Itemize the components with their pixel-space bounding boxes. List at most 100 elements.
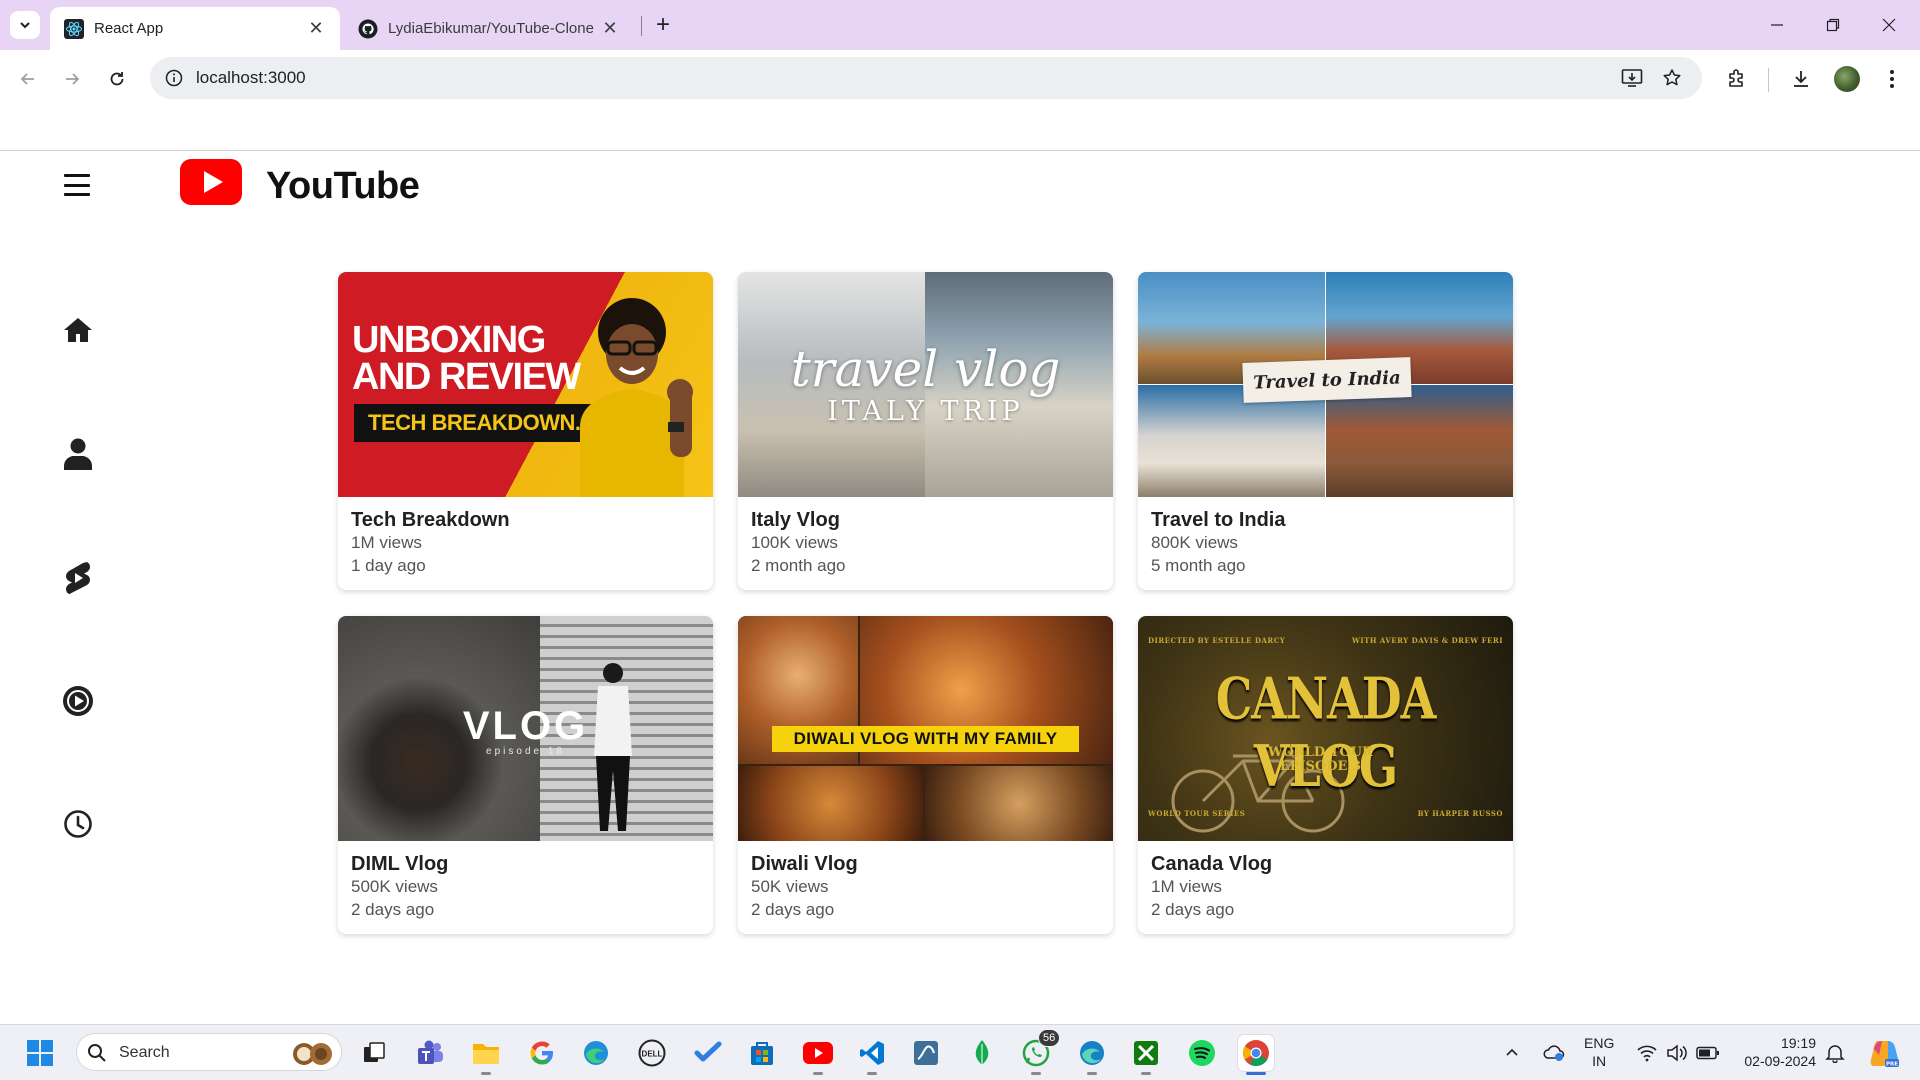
- language-indicator[interactable]: ENG IN: [1584, 1034, 1614, 1070]
- video-thumbnail[interactable]: travel vlog ITALY TRIP: [738, 272, 1113, 497]
- sidebar-item-home[interactable]: [60, 312, 96, 348]
- thumbnail-subtext: episode 18: [486, 746, 565, 757]
- youtube-logo-icon[interactable]: [180, 159, 242, 205]
- xbox-icon: [1134, 1041, 1158, 1065]
- video-title[interactable]: Tech Breakdown: [351, 509, 510, 532]
- teams-icon: [418, 1040, 443, 1064]
- video-thumbnail[interactable]: DIRECTED BY ESTELLE DARCY WITH AVERY DAV…: [1138, 616, 1513, 841]
- taskbar-edge-beta[interactable]: [1074, 1035, 1110, 1075]
- new-tab-button[interactable]: +: [650, 11, 676, 38]
- taskbar-teams[interactable]: [412, 1035, 448, 1071]
- video-views: 500K views: [351, 877, 438, 896]
- search-highlight-icon: [293, 1043, 332, 1065]
- taskbar-store[interactable]: [744, 1035, 780, 1071]
- download-icon[interactable]: [1786, 64, 1816, 94]
- back-button[interactable]: [13, 64, 43, 94]
- thumbnail-text: DIWALI VLOG WITH MY FAMILY: [772, 726, 1079, 752]
- video-thumbnail[interactable]: VLOG episode 18: [338, 616, 713, 841]
- video-thumbnail[interactable]: DIWALI VLOG WITH MY FAMILY: [738, 616, 1113, 841]
- reload-button[interactable]: [102, 64, 132, 94]
- chrome-icon: [1243, 1040, 1269, 1066]
- close-window-button[interactable]: [1864, 8, 1914, 42]
- thumbnail-credit: BY HARPER RUSSO: [1417, 809, 1503, 818]
- address-bar[interactable]: localhost:3000: [150, 57, 1702, 99]
- folder-icon: [473, 1044, 499, 1064]
- profile-avatar[interactable]: [1834, 66, 1860, 92]
- taskbar-edge[interactable]: [578, 1035, 614, 1071]
- system-clock[interactable]: 19:19 02-09-2024: [1730, 1034, 1816, 1070]
- video-card[interactable]: travel vlog ITALY TRIP Italy Vlog 100K v…: [738, 272, 1113, 590]
- close-icon[interactable]: ✕: [600, 18, 620, 39]
- extensions-icon[interactable]: [1722, 64, 1752, 94]
- url-text[interactable]: localhost:3000: [196, 68, 306, 88]
- video-title[interactable]: Travel to India: [1151, 509, 1285, 532]
- edge-icon: [584, 1041, 608, 1065]
- close-icon[interactable]: ✕: [306, 18, 326, 39]
- tab-search-button[interactable]: [10, 11, 40, 39]
- video-thumbnail[interactable]: UNBOXING AND REVIEW TECH BREAKDOWN.: [338, 272, 713, 497]
- video-title[interactable]: DIML Vlog: [351, 853, 448, 876]
- tray-overflow[interactable]: [1500, 1025, 1524, 1080]
- sidebar-item-shorts[interactable]: [60, 560, 96, 596]
- taskbar-sql-workbench[interactable]: [908, 1035, 944, 1071]
- app-header: YouTube: [0, 151, 1920, 231]
- taskbar-task-view[interactable]: [356, 1035, 392, 1071]
- thumbnail-credit: WORLD TOUR SERIES: [1148, 809, 1246, 818]
- thumbnail-subtext: WORLD TOUR EPISODE 3: [1268, 745, 1373, 774]
- close-icon: [1882, 18, 1896, 32]
- video-card[interactable]: DIRECTED BY ESTELLE DARCY WITH AVERY DAV…: [1138, 616, 1513, 934]
- taskbar-dell[interactable]: DELL: [634, 1035, 670, 1071]
- forward-button[interactable]: [57, 64, 87, 94]
- video-title[interactable]: Italy Vlog: [751, 509, 840, 532]
- bookmark-star-icon[interactable]: [1660, 66, 1684, 90]
- taskbar-youtube[interactable]: [800, 1035, 836, 1075]
- tray-onedrive[interactable]: [1540, 1025, 1568, 1080]
- person-graphic: [580, 298, 693, 497]
- sidebar-item-subscriptions[interactable]: [60, 683, 96, 719]
- video-card[interactable]: DIWALI VLOG WITH MY FAMILY Diwali Vlog 5…: [738, 616, 1113, 934]
- video-date: 2 days ago: [1151, 900, 1235, 919]
- tray-wifi[interactable]: [1634, 1025, 1660, 1080]
- sidebar-item-history[interactable]: [60, 806, 96, 842]
- tab-label: LydiaEbikumar/YouTube-Clone: [388, 20, 594, 37]
- tab-github[interactable]: LydiaEbikumar/YouTube-Clone ✕: [344, 7, 634, 50]
- tray-volume[interactable]: [1664, 1025, 1690, 1080]
- taskbar-vscode[interactable]: [854, 1035, 890, 1075]
- taskbar-google[interactable]: [524, 1035, 560, 1071]
- home-icon: [64, 318, 92, 342]
- more-menu-icon[interactable]: [1877, 64, 1907, 94]
- taskbar-xbox[interactable]: [1128, 1035, 1164, 1075]
- video-title[interactable]: Canada Vlog: [1151, 853, 1272, 876]
- hamburger-menu-icon[interactable]: [64, 174, 90, 196]
- clock-icon: [64, 810, 92, 838]
- logo-text[interactable]: YouTube: [266, 165, 420, 208]
- tray-battery[interactable]: [1694, 1025, 1722, 1080]
- google-icon: [530, 1041, 553, 1065]
- video-thumbnail[interactable]: Travel to India: [1138, 272, 1513, 497]
- taskbar-mongodb[interactable]: [964, 1035, 1000, 1071]
- site-info-icon[interactable]: [162, 66, 186, 90]
- tray-notifications[interactable]: [1822, 1025, 1848, 1080]
- install-app-icon[interactable]: [1620, 66, 1644, 90]
- tray-copilot[interactable]: PRE: [1864, 1025, 1904, 1080]
- taskbar-spotify[interactable]: [1184, 1035, 1220, 1071]
- minimize-button[interactable]: [1752, 8, 1802, 42]
- video-card[interactable]: Travel to India Travel to India 800K vie…: [1138, 272, 1513, 590]
- thumbnail-credit: WITH AVERY DAVIS & DREW FERI: [1352, 636, 1503, 645]
- thumbnail-badge: TECH BREAKDOWN.: [354, 404, 595, 442]
- video-card[interactable]: UNBOXING AND REVIEW TECH BREAKDOWN. Tech…: [338, 272, 713, 590]
- taskbar-search[interactable]: Search: [76, 1033, 342, 1071]
- taskbar-file-explorer[interactable]: [468, 1035, 504, 1075]
- start-button[interactable]: [22, 1035, 58, 1071]
- taskbar-todo[interactable]: [690, 1035, 726, 1071]
- video-title[interactable]: Diwali Vlog: [751, 853, 858, 876]
- taskbar-whatsapp[interactable]: 56: [1018, 1029, 1061, 1075]
- sidebar-item-profile[interactable]: [60, 436, 96, 472]
- tab-react-app[interactable]: React App ✕: [50, 7, 340, 50]
- restore-button[interactable]: [1808, 8, 1858, 42]
- video-date: 5 month ago: [1151, 556, 1246, 575]
- video-views: 1M views: [1151, 877, 1222, 896]
- minimize-icon: [1771, 24, 1783, 26]
- video-card[interactable]: VLOG episode 18 DIML Vlog 500K views 2 d…: [338, 616, 713, 934]
- taskbar-chrome[interactable]: [1238, 1035, 1274, 1075]
